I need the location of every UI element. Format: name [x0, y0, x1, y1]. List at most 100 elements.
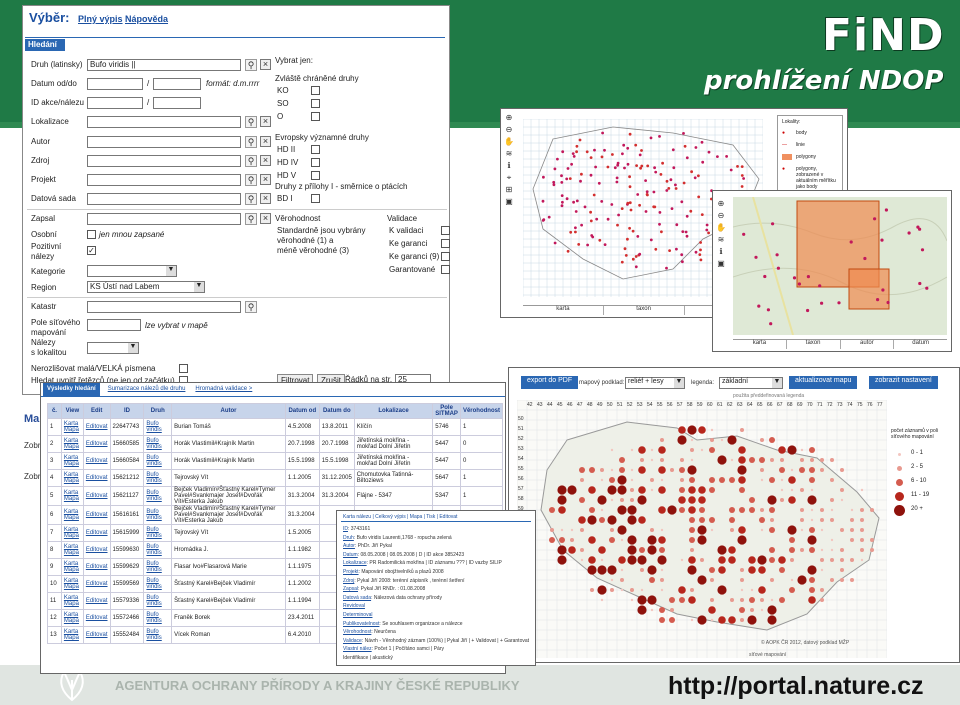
species-link[interactable]: Bufo viridis	[143, 505, 173, 525]
dataset-clear-icon[interactable]: ×	[260, 193, 271, 204]
export-pdf-button[interactable]: export do PDF	[521, 376, 579, 389]
edit-link[interactable]: Editovat	[82, 435, 111, 453]
table-row[interactable]: 4 Karta Mapa Editovat 15621212 Bufo viridis Te…	[47, 469, 504, 487]
map-link[interactable]: Mapa	[64, 601, 81, 607]
peek-link-2[interactable]: Zobr	[24, 472, 40, 481]
date-from-input[interactable]	[87, 78, 143, 90]
project-input[interactable]	[87, 174, 241, 186]
map-link[interactable]: Mapa	[64, 550, 81, 556]
background-select[interactable]: reliéf + lesy ▼	[625, 377, 685, 389]
category-select[interactable]: ▼	[87, 265, 177, 277]
column-header[interactable]: Druh	[143, 403, 173, 419]
detail-key[interactable]: Vlastní nález	[343, 646, 372, 652]
recorder-input[interactable]	[87, 213, 241, 225]
species-link[interactable]: Bufo viridis	[143, 524, 173, 542]
eu-hd4-checkbox[interactable]	[311, 158, 320, 167]
column-header[interactable]: Pole SITMAP	[432, 403, 461, 419]
map-link[interactable]: Mapa	[64, 567, 81, 573]
region-select[interactable]: KS Ústí nad Labem ▼	[87, 281, 205, 293]
update-map-button[interactable]: aktualizovat mapu	[789, 376, 858, 389]
save-icon[interactable]: ▣	[504, 197, 514, 207]
detail-key[interactable]: Publikovatelnost	[343, 621, 379, 627]
species-link[interactable]: Bufo viridis	[143, 418, 173, 436]
measure-icon[interactable]: ⌖	[504, 173, 514, 183]
species-input[interactable]: Bufo viridis ||	[87, 59, 241, 71]
id-from-input[interactable]	[87, 97, 143, 109]
show-settings-button[interactable]: zobrazit nastavení	[869, 376, 938, 389]
edit-link[interactable]: Editovat	[82, 609, 111, 627]
map-link[interactable]: Mapa	[64, 533, 81, 539]
locality-search-icon[interactable]: ⚲	[245, 116, 257, 128]
detail-key[interactable]: Datová sada	[343, 595, 371, 601]
map-link[interactable]: Mapa	[64, 478, 81, 484]
edit-link[interactable]: Editovat	[82, 486, 111, 506]
validation-checkbox-3[interactable]	[441, 252, 450, 261]
footer-tab-taxon[interactable]: taxon	[787, 340, 841, 349]
detail-key[interactable]: Datum	[343, 552, 358, 558]
tab-plny-vypis[interactable]: Plný výpis	[78, 14, 123, 24]
source-input[interactable]	[87, 155, 241, 167]
validation-checkbox-2[interactable]	[441, 239, 450, 248]
peek-link-1[interactable]: Zobr	[24, 441, 40, 450]
edit-link[interactable]: Editovat	[82, 558, 111, 576]
column-header[interactable]: Datum od	[284, 403, 320, 419]
column-header[interactable]: View	[60, 403, 84, 419]
legend-select[interactable]: základní ▼	[719, 377, 783, 389]
species-link[interactable]: Bufo viridis	[143, 592, 173, 610]
species-link[interactable]: Bufo viridis	[143, 469, 173, 487]
dataset-search-icon[interactable]: ⚲	[245, 193, 257, 205]
positive-checkbox[interactable]: ✓	[87, 246, 96, 255]
species-search-icon[interactable]: ⚲	[245, 59, 257, 71]
date-to-input[interactable]	[153, 78, 201, 90]
edit-link[interactable]: Editovat	[82, 626, 111, 644]
column-header[interactable]: Lokalizace	[353, 403, 434, 419]
footer-tab-datum[interactable]: datum	[894, 340, 947, 349]
table-row[interactable]: 3 Karta Mapa Editovat 15660584 Bufo viridis Ho…	[47, 452, 504, 470]
species-link[interactable]: Bufo viridis	[143, 541, 173, 559]
tab-summary[interactable]: Sumarizace nálezů dle druhu	[106, 383, 188, 396]
source-search-icon[interactable]: ⚲	[245, 155, 257, 167]
personal-checkbox[interactable]	[87, 230, 96, 239]
detail-key[interactable]: Validace	[343, 638, 362, 644]
detail-key[interactable]: Revidoval	[343, 603, 365, 609]
detail-key[interactable]: Zdroj	[343, 578, 354, 584]
locality-clear-icon[interactable]: ×	[260, 116, 271, 127]
protected-so-checkbox[interactable]	[311, 99, 320, 108]
column-header[interactable]: Edit	[82, 403, 111, 419]
footer-tab-taxon[interactable]: taxon	[604, 306, 685, 315]
protected-ko-checkbox[interactable]	[311, 86, 320, 95]
species-link[interactable]: Bufo viridis	[143, 452, 173, 470]
species-link[interactable]: Bufo viridis	[143, 609, 173, 627]
tab-vyber[interactable]: Výběr:	[29, 10, 69, 25]
detail-key[interactable]: Determinoval	[343, 612, 372, 618]
edit-link[interactable]: Editovat	[82, 452, 111, 470]
edit-link[interactable]: Editovat	[82, 541, 111, 559]
map-link[interactable]: Mapa	[64, 461, 81, 467]
table-row[interactable]: 5 Karta Mapa Editovat 15621127 Bufo viridis Be…	[47, 486, 504, 506]
edit-link[interactable]: Editovat	[82, 505, 111, 525]
portal-url[interactable]: http://portal.nature.cz	[668, 672, 924, 701]
edit-link[interactable]: Editovat	[82, 592, 111, 610]
edit-link[interactable]: Editovat	[82, 575, 111, 593]
tab-napoveda[interactable]: Nápověda	[125, 14, 168, 24]
column-header[interactable]: ID	[109, 403, 145, 419]
recorder-clear-icon[interactable]: ×	[260, 213, 271, 224]
map-link[interactable]: Mapa	[64, 618, 81, 624]
subtab-hledani[interactable]: Hledání	[25, 39, 65, 51]
locality-input[interactable]	[87, 116, 241, 128]
detail-key[interactable]: Lokalizace	[343, 560, 367, 566]
info-icon[interactable]: ℹ	[504, 161, 514, 171]
edit-link[interactable]: Editovat	[82, 418, 111, 436]
footer-tab-karta[interactable]: karta	[733, 340, 787, 349]
species-clear-icon[interactable]: ×	[260, 59, 271, 70]
column-header[interactable]: Autor	[171, 403, 286, 419]
detail-key[interactable]: Druh	[343, 535, 354, 541]
footer-tab-karta[interactable]: karta	[523, 306, 604, 315]
species-link[interactable]: Bufo viridis	[143, 486, 173, 506]
zoom-in-icon[interactable]: ⊕	[716, 199, 726, 209]
project-clear-icon[interactable]: ×	[260, 174, 271, 185]
species-link[interactable]: Bufo viridis	[143, 558, 173, 576]
species-link[interactable]: Bufo viridis	[143, 626, 173, 644]
validation-checkbox-1[interactable]	[441, 226, 450, 235]
species-link[interactable]: Bufo viridis	[143, 575, 173, 593]
